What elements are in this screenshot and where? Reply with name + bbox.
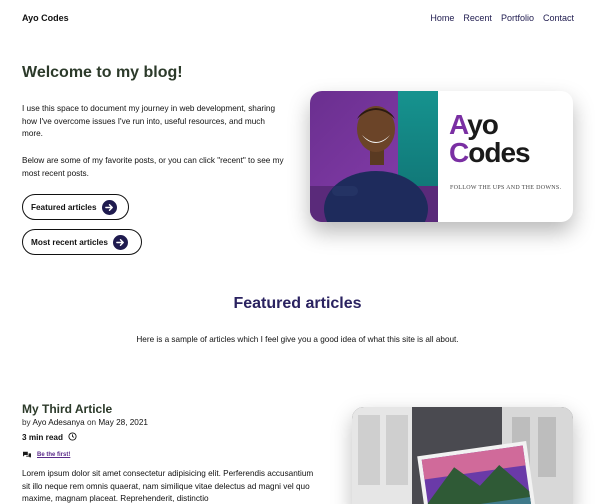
hero-intro-paragraph: I use this space to document my journey … [22,104,276,138]
card-tagline: FOLLOW THE UPS AND THE DOWNS. [450,185,562,191]
nav-link-contact[interactable]: Contact [543,13,574,23]
featured-section-title: Featured articles [233,295,362,312]
article-image-graphic [352,407,573,504]
article-on: on [86,418,97,427]
article-author: Ayo Adesanya [32,418,85,427]
hero-title: Welcome to my blog! [22,64,183,81]
article-image[interactable] [352,407,573,504]
article-excerpt: Lorem ipsum dolor sit amet consectetur a… [22,469,314,503]
featured-articles-button-label: Featured articles [31,202,97,212]
hero-brand-card: Ayo Codes FOLLOW THE UPS AND THE DOWNS. [310,91,573,222]
site-brand[interactable]: Ayo Codes [22,13,69,23]
read-time-label: 3 min read [22,433,63,442]
article-date: May 28, 2021 [98,418,148,427]
hero-recent-paragraph: Below are some of my favorite posts, or … [22,156,284,178]
nav-link-home[interactable]: Home [430,13,454,23]
comments-icon [22,446,32,464]
arrow-right-icon [112,234,128,250]
article-comments: Be the first! [22,446,70,464]
top-navbar: Ayo Codes Home Recent Portfolio Contact [0,0,595,36]
nav-link-recent[interactable]: Recent [463,13,492,23]
card-brand-logo: Ayo Codes [449,109,531,168]
nav-links: Home Recent Portfolio Contact [430,13,574,23]
featured-section-subtitle: Here is a sample of articles which I fee… [136,335,459,344]
nav-link-portfolio[interactable]: Portfolio [501,13,534,23]
arrow-right-icon [101,199,117,215]
recent-articles-button[interactable]: Most recent articles [22,229,142,255]
article-meta: by Ayo Adesanya on May 28, 2021 [22,418,148,427]
recent-articles-button-label: Most recent articles [31,237,108,247]
author-photo [310,91,438,222]
article-read-time: 3 min read [22,432,77,443]
clock-icon [68,432,77,443]
featured-articles-button[interactable]: Featured articles [22,194,129,220]
comments-link[interactable]: Be the first! [37,452,70,458]
article-by: by [22,418,31,427]
article-title[interactable]: My Third Article [22,402,112,416]
